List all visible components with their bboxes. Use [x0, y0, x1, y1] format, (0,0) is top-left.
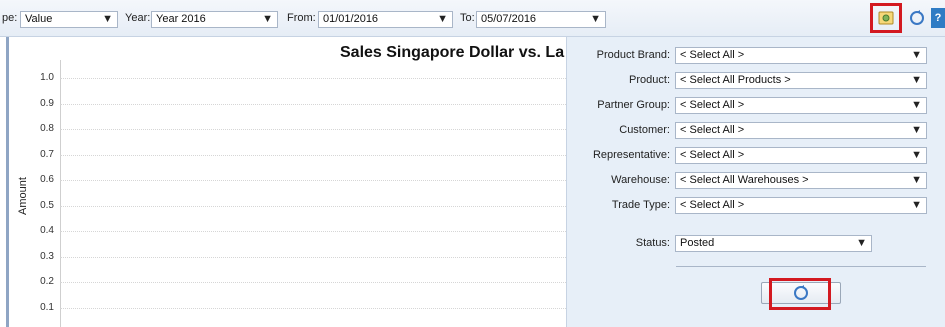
- filter-select-trade-type[interactable]: < Select All > ▼: [675, 197, 927, 214]
- y-tick-label: 0.6: [40, 174, 54, 185]
- gridline: [60, 103, 566, 105]
- filter-select-value: < Select All Warehouses >: [680, 174, 809, 186]
- filter-select-customer[interactable]: < Select All > ▼: [675, 122, 927, 139]
- filter-select-partner-group[interactable]: < Select All > ▼: [675, 97, 927, 114]
- highlight-box-refresh-report: [769, 278, 831, 310]
- filter-select-product-brand[interactable]: < Select All > ▼: [675, 47, 927, 64]
- panel-divider: [676, 266, 926, 267]
- filter-label-customer: Customer:: [619, 124, 670, 136]
- filter-label-warehouse: Warehouse:: [611, 174, 670, 186]
- filter-select-value: < Select All >: [680, 99, 745, 111]
- y-tick-label: 0.8: [40, 123, 54, 134]
- filter-label-trade-type: Trade Type:: [611, 199, 670, 211]
- year-label: Year:: [125, 12, 151, 24]
- filter-select-value: < Select All Products >: [680, 74, 791, 86]
- gridline: [60, 231, 566, 232]
- gridline: [60, 282, 566, 283]
- chart-area: [0, 37, 566, 327]
- gridline: [60, 78, 566, 79]
- gridline: [60, 307, 566, 309]
- type-select-value: Value: [25, 13, 53, 25]
- filter-select-value: < Select All >: [680, 49, 745, 61]
- to-date-field[interactable]: 05/07/2016 ▼: [476, 11, 606, 28]
- filter-select-value: < Select All >: [680, 149, 745, 161]
- chevron-down-icon: ▼: [911, 49, 922, 61]
- gridline: [60, 154, 566, 156]
- filter-select-value: < Select All >: [680, 124, 745, 136]
- type-select[interactable]: Value ▼: [20, 11, 118, 28]
- chevron-down-icon: ▼: [911, 124, 922, 136]
- gridline: [60, 256, 566, 258]
- y-axis-label: Amount: [16, 177, 29, 215]
- y-tick-label: 0.7: [40, 148, 54, 160]
- chevron-down-icon: ▼: [262, 13, 273, 25]
- chevron-down-icon: ▼: [911, 74, 922, 86]
- filter-select-value: Posted: [680, 237, 715, 249]
- chevron-down-icon: ▼: [911, 149, 922, 161]
- chart-border: [6, 37, 9, 327]
- chevron-down-icon: ▼: [437, 13, 448, 25]
- highlight-box-filter-toggle: [870, 3, 902, 33]
- chevron-down-icon: ▼: [911, 174, 922, 186]
- filter-label-status: Status:: [635, 237, 670, 249]
- chevron-down-icon: ▼: [911, 99, 922, 111]
- filter-label-product-brand: Product Brand:: [596, 49, 670, 61]
- year-select[interactable]: Year 2016 ▼: [151, 11, 278, 28]
- filter-label-product: Product:: [629, 74, 670, 86]
- filter-select-warehouse[interactable]: < Select All Warehouses > ▼: [675, 172, 927, 189]
- refresh-button[interactable]: [907, 8, 927, 28]
- chevron-down-icon: ▼: [590, 13, 601, 25]
- refresh-icon: [910, 10, 924, 25]
- from-date-value: 01/01/2016: [323, 13, 379, 25]
- chevron-down-icon: ▼: [856, 237, 867, 249]
- filter-label-partner-group: Partner Group:: [597, 99, 670, 111]
- gridline: [60, 180, 566, 181]
- filter-select-value: < Select All >: [680, 199, 745, 211]
- filter-label-representative: Representative:: [592, 149, 670, 161]
- from-date-field[interactable]: 01/01/2016 ▼: [318, 11, 453, 28]
- y-tick-label: 0.2: [40, 276, 54, 287]
- help-icon: ?: [934, 12, 942, 24]
- y-tick-label: 0.1: [40, 301, 54, 313]
- to-label: To:: [460, 12, 475, 24]
- type-label: pe:: [2, 12, 18, 24]
- y-tick-label: 0.4: [40, 225, 54, 236]
- filter-select-status[interactable]: Posted ▼: [675, 235, 872, 252]
- filter-select-representative[interactable]: < Select All > ▼: [675, 147, 927, 164]
- from-label: From:: [287, 12, 316, 24]
- filter-select-product[interactable]: < Select All Products > ▼: [675, 72, 927, 89]
- help-button[interactable]: ?: [931, 8, 945, 28]
- y-tick-label: 0.5: [40, 199, 54, 211]
- y-tick-label: 0.9: [40, 97, 54, 109]
- chart-title: Sales Singapore Dollar vs. La: [340, 44, 565, 61]
- chevron-down-icon: ▼: [102, 13, 113, 25]
- gridline: [60, 129, 566, 130]
- to-date-value: 05/07/2016: [481, 13, 537, 25]
- y-tick-label: 0.3: [40, 250, 54, 262]
- gridline: [60, 205, 566, 207]
- chevron-down-icon: ▼: [911, 199, 922, 211]
- y-axis-line: [60, 60, 61, 327]
- year-select-value: Year 2016: [156, 13, 206, 25]
- y-tick-label: 1.0: [40, 72, 54, 83]
